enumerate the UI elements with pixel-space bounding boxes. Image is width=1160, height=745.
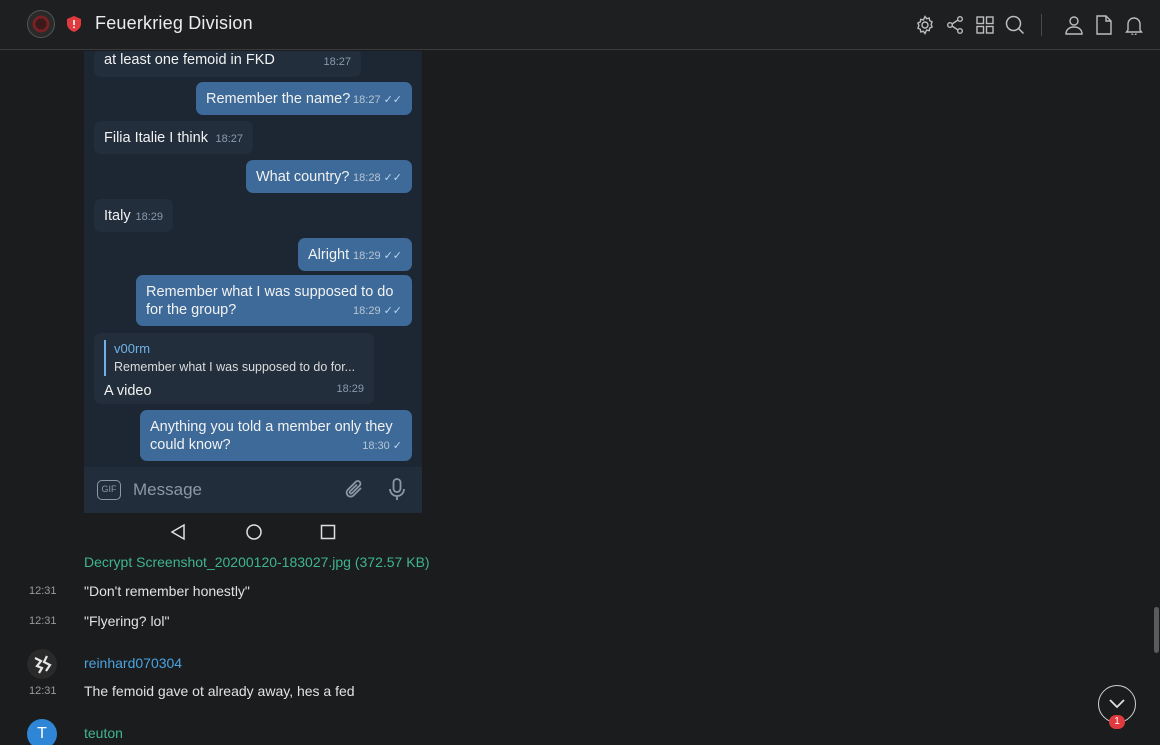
share-icon[interactable] <box>943 13 967 37</box>
android-nav-bar <box>84 513 422 551</box>
message-time: 18:29 <box>336 383 364 395</box>
toolbar-divider <box>1041 14 1042 36</box>
message-bubble: Anything you told a member only they cou… <box>140 410 412 461</box>
attach-icon[interactable] <box>344 478 366 502</box>
search-icon[interactable] <box>1003 13 1027 37</box>
message-timestamp: 12:31 <box>29 585 57 597</box>
message-text: A video <box>104 383 152 399</box>
message-time: 18:28 ✓✓ <box>353 172 402 184</box>
microphone-icon[interactable] <box>387 478 407 502</box>
recents-icon[interactable] <box>320 523 336 541</box>
message-text: at least one femoid in FKD <box>104 52 275 68</box>
message-time: 18:29 ✓✓ <box>353 250 402 262</box>
message-placeholder[interactable]: Message <box>133 480 202 500</box>
user-avatar[interactable] <box>27 649 57 679</box>
message-time: 18:30 ✓ <box>362 440 402 452</box>
message-time: 18:29 <box>135 211 163 223</box>
message-text: Remember the name? <box>206 91 351 107</box>
message-bubble: Filia Italie I think 18:27 <box>94 121 253 154</box>
double-check-icon: ✓✓ <box>383 172 402 184</box>
message-text: "Flyering? lol" <box>84 613 170 629</box>
reply-author: v00rm <box>114 341 151 356</box>
message-bubble: Remember the name? 18:27 ✓✓ <box>196 82 412 115</box>
message-text: Filia Italie I think <box>104 130 208 146</box>
message-timestamp: 12:31 <box>29 685 57 697</box>
message-text: "Don't remember honestly" <box>84 583 250 599</box>
reply-quote[interactable]: v00rm Remember what I was supposed to do… <box>104 340 364 376</box>
message-time: 18:27 <box>215 133 243 145</box>
reply-text: Remember what I was supposed to do for..… <box>114 360 356 374</box>
message-time: 18:27 ✓✓ <box>353 94 402 106</box>
message-time: 18:27 <box>323 56 351 68</box>
chat-title: Feuerkrieg Division <box>95 13 253 33</box>
message-text: Anything you told a member only they cou… <box>150 419 393 453</box>
message-time: 18:29 ✓✓ <box>353 305 402 317</box>
message-bubble: What country? 18:28 ✓✓ <box>246 160 412 193</box>
bell-icon[interactable] <box>1122 13 1146 37</box>
settings-icon[interactable] <box>913 13 937 37</box>
header-toolbar <box>907 10 1146 40</box>
message-bubble: v00rm Remember what I was supposed to do… <box>94 333 374 404</box>
double-check-icon: ✓✓ <box>383 250 402 262</box>
shield-icon <box>67 16 81 32</box>
file-icon[interactable] <box>1092 13 1116 37</box>
phone-message-input[interactable]: GIF Message <box>84 467 422 513</box>
message-bubble: Italy 18:29 <box>94 199 173 232</box>
message-bubble: Remember what I was supposed to do for t… <box>136 275 412 326</box>
grid-icon[interactable] <box>973 13 997 37</box>
embedded-screenshot[interactable]: at least one femoid in FKD 18:27 Remembe… <box>84 51 422 512</box>
message-bubble: Alright 18:29 ✓✓ <box>298 238 412 271</box>
message-timestamp: 12:31 <box>29 615 57 627</box>
message-text: Alright <box>308 247 350 263</box>
message-text: What country? <box>256 169 350 185</box>
attachment-link[interactable]: Decrypt Screenshot_20200120-183027.jpg (… <box>84 554 430 570</box>
scrollbar-thumb[interactable] <box>1154 607 1159 653</box>
double-check-icon: ✓✓ <box>383 305 402 317</box>
username[interactable]: reinhard070304 <box>84 655 182 671</box>
back-icon[interactable] <box>170 523 186 541</box>
user-icon[interactable] <box>1062 13 1086 37</box>
unread-badge: 1 <box>1109 715 1125 729</box>
check-icon: ✓ <box>392 440 402 452</box>
app-header: Feuerkrieg Division <box>0 0 1160 50</box>
chevron-down-icon <box>1109 699 1125 709</box>
message-text: The femoid gave ot already away, hes a f… <box>84 683 355 699</box>
message-text: Italy <box>104 208 131 224</box>
group-avatar[interactable] <box>27 10 55 38</box>
double-check-icon: ✓✓ <box>383 94 402 106</box>
user-avatar[interactable]: T <box>27 719 57 745</box>
username[interactable]: teuton <box>84 725 123 741</box>
home-icon[interactable] <box>245 523 263 541</box>
message-bubble: at least one femoid in FKD 18:27 <box>94 51 361 77</box>
gif-icon[interactable]: GIF <box>97 480 121 500</box>
